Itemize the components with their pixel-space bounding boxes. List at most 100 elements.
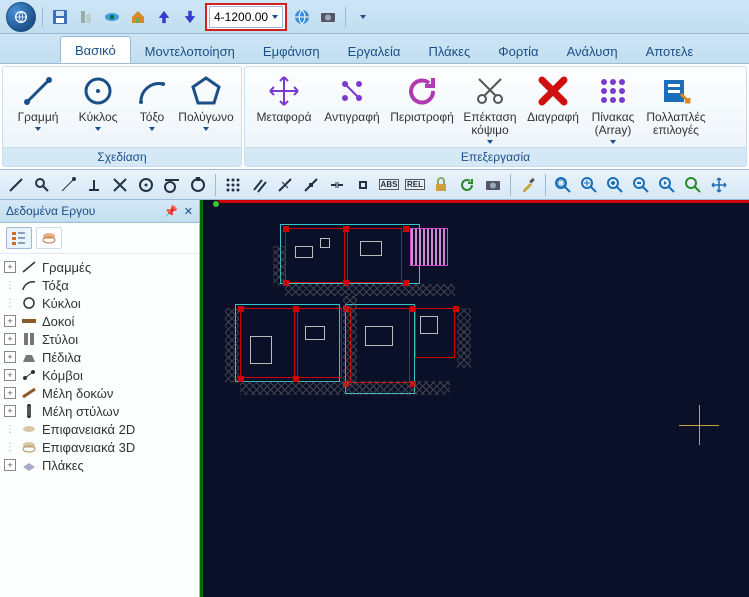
tool-gridsnap[interactable] [221,173,245,197]
tool-endpoint[interactable] [56,173,80,197]
tab-Αποτελε[interactable]: Αποτελε [632,38,708,63]
tab-Μοντελοποίηση[interactable]: Μοντελοποίηση [131,38,249,63]
tool-abs[interactable]: ABS [377,173,401,197]
save-icon[interactable] [49,6,71,28]
tool-line[interactable] [4,173,28,197]
label: Γραμμή [18,111,59,124]
label: Τόξο [140,111,164,124]
tool-eyedropper[interactable] [516,173,540,197]
drawing-canvas[interactable] [200,200,749,597]
slab-icon [20,457,38,473]
home-icon[interactable] [127,6,149,28]
zoom-in-icon[interactable] [603,173,627,197]
qat-customize-icon[interactable] [352,6,374,28]
footing-icon [20,349,38,365]
delete-button[interactable]: Διαγραφή [523,71,583,126]
arc-button[interactable]: Τόξο [129,71,175,133]
tree-node-surf3d[interactable]: ⋮Επιφανειακά 3D [2,438,197,456]
tool-quad[interactable] [186,173,210,197]
column-icon [20,331,38,347]
panel-title: Δεδομένα Εργου [6,204,95,218]
tree-node-beam-member[interactable]: +Μέλη δοκών [2,384,197,402]
app-orb[interactable] [6,2,36,32]
tree-node-node[interactable]: +Κόμβοι [2,366,197,384]
globe-icon[interactable] [291,6,313,28]
tool-intersect[interactable] [108,173,132,197]
zoom-out-icon[interactable] [629,173,653,197]
tool-parallel[interactable] [247,173,271,197]
tree-label: Τόξα [42,278,69,293]
tool-tangent[interactable] [160,173,184,197]
tab-Εργαλεία[interactable]: Εργαλεία [334,38,415,63]
tree-node-arc[interactable]: ⋮Τόξα [2,276,197,294]
down-arrow-icon[interactable] [179,6,201,28]
up-arrow-icon[interactable] [153,6,175,28]
zoom-previous-icon[interactable] [655,173,679,197]
tree-node-column[interactable]: +Στύλοι [2,330,197,348]
panel-tab-tree[interactable] [6,227,32,249]
tab-Ανάλυση[interactable]: Ανάλυση [553,38,632,63]
label: Κύκλος [79,111,118,124]
zoom-realtime-icon[interactable] [681,173,705,197]
expand-icon[interactable]: + [4,351,16,363]
tool-break[interactable] [325,173,349,197]
tree-node-slab[interactable]: +Πλάκες [2,456,197,474]
pan-icon[interactable] [707,173,731,197]
tool-screenshot[interactable] [481,173,505,197]
level-selector[interactable]: 4-1200.00 [209,6,283,28]
expand-icon[interactable]: + [4,459,16,471]
move-button[interactable]: Μεταφορά [251,71,317,126]
panel-tab-layers[interactable] [36,227,62,249]
tree-node-circle[interactable]: ⋮Κύκλοι [2,294,197,312]
tab-Βασικό[interactable]: Βασικό [60,36,131,63]
line-button[interactable]: Γραμμή [9,71,67,133]
tree-connector: ⋮ [4,442,16,453]
camera-icon[interactable] [317,6,339,28]
expand-icon[interactable]: + [4,261,16,273]
separator [345,7,346,27]
extend-trim-button[interactable]: Επέκταση κόψιμο [459,71,521,146]
tree-label: Επιφανειακά 2D [42,422,135,437]
delete-icon [535,73,571,109]
polygon-button[interactable]: Πολύγωνο [177,71,235,133]
expand-icon[interactable]: + [4,333,16,345]
close-icon[interactable]: ✕ [184,205,193,218]
project-tree[interactable]: +Γραμμές⋮Τόξα⋮Κύκλοι+Δοκοί+Στύλοι+Πέδιλα… [0,254,199,597]
group-title: Σχεδίαση [3,147,241,166]
tree-node-col-member[interactable]: +Μέλη στύλων [2,402,197,420]
building-icon[interactable] [75,6,97,28]
zoom-window-icon[interactable] [551,173,575,197]
array-button[interactable]: Πίνακας (Array) [585,71,641,146]
tool-nearest[interactable] [273,173,297,197]
tool-midpoint[interactable] [299,173,323,197]
tool-pick[interactable] [30,173,54,197]
options-icon [658,73,694,109]
tab-Πλάκες[interactable]: Πλάκες [414,38,484,63]
tool-rel[interactable]: REL [403,173,427,197]
eye-icon[interactable] [101,6,123,28]
tool-lock[interactable] [429,173,453,197]
circle-button[interactable]: Κύκλος [69,71,127,133]
tool-node[interactable] [351,173,375,197]
tool-perp[interactable] [82,173,106,197]
pin-icon[interactable]: 📌 [164,205,178,218]
toolstrip: ABS REL [0,170,749,200]
expand-icon[interactable]: + [4,387,16,399]
group-title: Επεξεργασία [245,147,746,166]
tree-node-beam[interactable]: +Δοκοί [2,312,197,330]
tree-node-line[interactable]: +Γραμμές [2,258,197,276]
multi-select-button[interactable]: Πολλαπλές επιλογές [643,71,709,139]
copy-button[interactable]: Αντιγραφή [319,71,385,126]
ruler-left [200,200,203,597]
tree-node-surf2d[interactable]: ⋮Επιφανειακά 2D [2,420,197,438]
tree-node-footing[interactable]: +Πέδιλα [2,348,197,366]
tool-center[interactable] [134,173,158,197]
expand-icon[interactable]: + [4,369,16,381]
tool-refresh[interactable] [455,173,479,197]
expand-icon[interactable]: + [4,405,16,417]
expand-icon[interactable]: + [4,315,16,327]
tab-Φορτία[interactable]: Φορτία [484,38,552,63]
tab-Εμφάνιση[interactable]: Εμφάνιση [249,38,334,63]
zoom-extents-icon[interactable] [577,173,601,197]
rotate-button[interactable]: Περιστροφή [387,71,457,126]
